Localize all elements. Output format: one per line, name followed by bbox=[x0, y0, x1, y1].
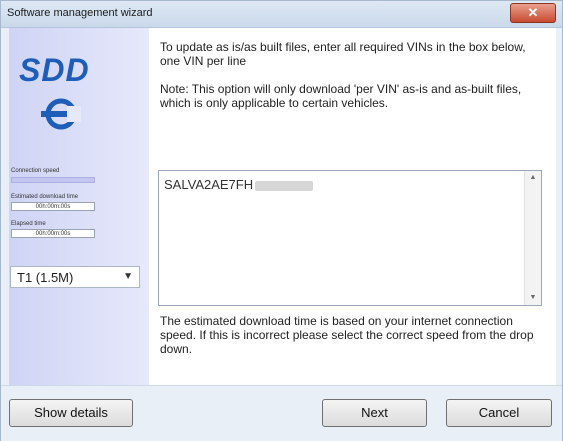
next-button[interactable]: Next bbox=[322, 399, 427, 427]
ford-emblem-icon bbox=[41, 98, 81, 130]
window-title: Software management wizard bbox=[7, 7, 153, 19]
elapsed-time-label: Elapsed time bbox=[11, 221, 46, 227]
vin-scrollbar[interactable]: ▲ ▼ bbox=[524, 171, 541, 305]
connection-speed-value: T1 (1.5M) bbox=[17, 270, 74, 285]
download-info-text: The estimated download time is based on … bbox=[160, 314, 534, 356]
connection-speed-select[interactable]: T1 (1.5M) ▼ bbox=[10, 266, 140, 288]
scroll-down-icon[interactable]: ▼ bbox=[525, 291, 541, 305]
chevron-down-icon: ▼ bbox=[123, 271, 133, 282]
cancel-button[interactable]: Cancel bbox=[446, 399, 552, 427]
vin-entry: SALVA2AE7FH bbox=[164, 177, 314, 192]
connection-speed-label: Connection speed bbox=[11, 168, 60, 174]
connection-speed-indicator bbox=[11, 177, 95, 183]
instructions-text: To update as is/as built files, enter al… bbox=[160, 40, 526, 68]
estimated-download-time-field: 00h:00m:00s bbox=[11, 202, 95, 211]
footer-bar: Show details Next Cancel bbox=[1, 385, 562, 441]
main-content: To update as is/as built files, enter al… bbox=[149, 28, 556, 385]
title-bar: Software management wizard ✕ bbox=[1, 1, 562, 28]
estimated-download-time-label: Estimated download time bbox=[11, 194, 79, 200]
vin-redacted bbox=[255, 180, 314, 191]
close-button[interactable]: ✕ bbox=[510, 3, 556, 23]
vin-value: SALVA2AE7FH bbox=[164, 177, 254, 192]
show-details-button[interactable]: Show details bbox=[9, 399, 133, 427]
note-text: Note: This option will only download 'pe… bbox=[160, 82, 522, 110]
wizard-window: Software management wizard ✕ SDD Connect… bbox=[0, 0, 563, 441]
sdd-logo: SDD bbox=[19, 52, 90, 88]
sidebar: SDD Connection speed Estimated download … bbox=[9, 28, 149, 385]
vin-textarea[interactable]: SALVA2AE7FH ▲ ▼ bbox=[158, 170, 542, 306]
elapsed-time-field: 00h:00m:00s bbox=[11, 229, 95, 238]
scroll-up-icon[interactable]: ▲ bbox=[525, 171, 541, 185]
